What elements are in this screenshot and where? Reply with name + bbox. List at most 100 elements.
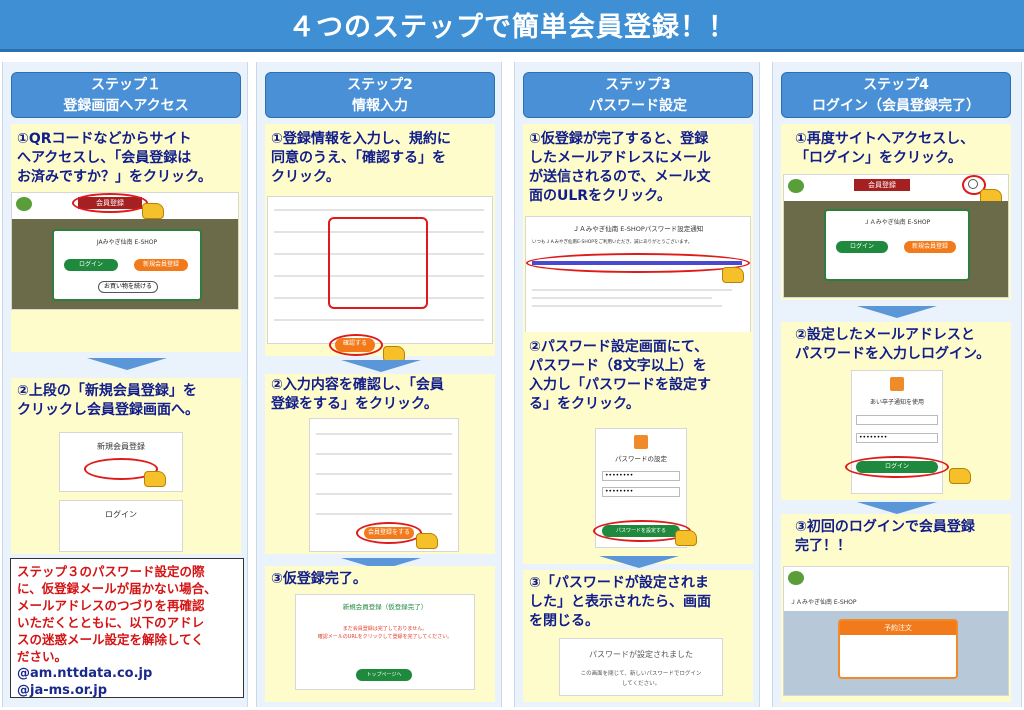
step4-column: ステップ4 ログイン（会員登録完了） ①再度サイトへアクセスし、 「ログイン」を… <box>772 62 1022 707</box>
step1-panel-1: ①QRコードなどからサイト へアクセスし、「会員登録は お済みですか？」をクリッ… <box>11 124 241 352</box>
highlight-ring <box>356 522 422 544</box>
step1-text-line: お済みですか？」をクリック。 <box>17 169 212 185</box>
step3-text-line: ①仮登録が完了すると、登録 <box>529 131 709 147</box>
step3-text-line: る」をクリック。 <box>529 396 640 412</box>
ja-emblem-icon <box>890 377 904 391</box>
step2-panel-1: ①登録情報を入力し、規約に 同意のうえ、「確認する」を クリック。 <box>265 124 495 356</box>
step2-text-line: ②入力内容を確認し、「会員 <box>271 377 444 393</box>
site-name: JAみやぎ仙南 E-SHOP <box>96 239 158 246</box>
step3-text-line: ③「パスワードが設定されま <box>529 575 709 591</box>
step3-text-line: 入力し「パスワードを設定す <box>529 377 711 393</box>
down-arrow <box>341 360 421 372</box>
warning-line: に、仮登録メールが届かない場合、 <box>17 581 217 596</box>
step4-text-line: パスワードを入力しログイン。 <box>795 346 991 362</box>
step3-panel-1: ①仮登録が完了すると、登録 したメールアドレスにメール が送信されるので、メール… <box>523 124 753 356</box>
step4-text-line: ②設定したメールアドレスと <box>795 327 975 343</box>
step3-panel-3: ③「パスワードが設定されま した」と表示されたら、画面 を閉じる。 パスワードが… <box>523 570 753 702</box>
temp-done-screenshot: 新規会員登録（仮登録完了） まだ会員登録は完了しておりません。 確認メールのUR… <box>295 594 475 690</box>
password-done-note: してください。 <box>621 681 661 687</box>
step1-text-line: へアクセスし、「会員登録は <box>17 150 192 166</box>
step3-panel-2: ②パスワード設定画面にて、 パスワード（8文字以上）を 入力し「パスワードを設定… <box>523 332 753 564</box>
warning-line: スの迷惑メール設定を解除してく <box>17 632 204 647</box>
down-arrow <box>599 556 679 568</box>
step4-text-line: 完了！！ <box>795 538 851 554</box>
warning-box: ステップ３のパスワード設定の際 に、仮登録メールが届かない場合、 メールアドレス… <box>10 558 244 698</box>
step2-text-line: 同意のうえ、「確認する」を <box>271 150 446 166</box>
step4-panel-2: ②設定したメールアドレスと パスワードを入力しログイン。 あい卒子通知を使用 •… <box>781 322 1011 500</box>
step2-panel-3: ③仮登録完了。 新規会員登録（仮登録完了） まだ会員登録は完了しておりません。 … <box>265 566 495 702</box>
temp-done-line: 確認メールのURLをクリックして登録を完了してください。 <box>317 634 453 640</box>
highlight-ring <box>329 334 383 356</box>
mypage-screenshot: ＪＡみやぎ仙南 E-SHOP 予約注文 <box>783 566 1009 696</box>
step2-text-line: 登録をする」をクリック。 <box>271 396 438 412</box>
step4-title: ステップ4 <box>863 77 929 93</box>
mail-screenshot: ＪＡみやぎ仙南 E-SHOPパスワード設定通知 いつもＪＡみやぎ仙南E-SHOP… <box>525 216 751 350</box>
step2-panel-2: ②入力内容を確認し、「会員 登録をする」をクリック。 会員登録をする <box>265 374 495 554</box>
page-title: ４つのステップで簡単会員登録！！ <box>288 12 736 43</box>
step1-text-line: ②上段の「新規会員登録」を <box>17 383 197 399</box>
warning-line: メールアドレスのつづりを再確認 <box>17 598 205 613</box>
login-card: ＪＡみやぎ仙南 E-SHOP ログイン 新規会員登録 <box>824 209 970 281</box>
ja-logo-icon <box>788 571 804 585</box>
login-button[interactable]: ログイン <box>836 241 888 253</box>
step2-header: ステップ2 情報入力 <box>265 72 495 118</box>
password-input[interactable]: •••••••• <box>602 471 680 481</box>
pointer-hand-icon <box>949 468 971 484</box>
mail-domain: @ja-ms.or.jp <box>17 683 108 698</box>
down-arrow <box>857 502 937 514</box>
step3-text-line: を閉じる。 <box>529 613 599 629</box>
confirm-screenshot: 会員登録をする <box>309 418 459 552</box>
form-screenshot <box>267 196 493 344</box>
register-button[interactable]: 新規会員登録 <box>134 259 188 271</box>
guest-button[interactable]: お買い物を続ける <box>98 281 158 293</box>
step3-title: ステップ3 <box>605 77 671 93</box>
mail-subject: ＪＡみやぎ仙南 E-SHOPパスワード設定通知 <box>572 225 704 233</box>
login-card: JAみやぎ仙南 E-SHOP ログイン 新規会員登録 お買い物を続ける <box>52 229 202 301</box>
temp-done-heading: 新規会員登録（仮登録完了） <box>342 603 428 611</box>
step1-text-line: クリックし会員登録画面へ。 <box>17 402 199 418</box>
step4-panel-3: ③初回のログインで会員登録 完了！！ ＪＡみやぎ仙南 E-SHOP 予約注文 <box>781 514 1011 702</box>
step2-text-line: クリック。 <box>271 169 340 185</box>
ja-emblem-icon <box>634 435 648 449</box>
login-button[interactable]: ログイン <box>64 259 118 271</box>
step2-subtitle: 情報入力 <box>352 98 408 114</box>
step4-text-line: ③初回のログインで会員登録 <box>795 519 975 535</box>
top-page-button[interactable]: トップページへ <box>356 669 412 681</box>
down-arrow <box>87 358 167 370</box>
new-register-heading: 新規会員登録 <box>97 442 145 451</box>
step3-subtitle: パスワード設定 <box>589 98 687 114</box>
warning-line: いただくとともに、以下のアドレ <box>17 615 205 630</box>
site-screenshot: 会員登録 JAみやぎ仙南 E-SHOP ログイン 新規会員登録 お買い物を続ける <box>11 192 239 310</box>
member-badge[interactable]: 会員登録 <box>854 179 910 191</box>
site-name: ＪＡみやぎ仙南 E-SHOP <box>863 219 931 226</box>
step4-panel-1: ①再度サイトへアクセスし、 「ログイン」をクリック。 会員登録 ＪＡみやぎ仙南 … <box>781 124 1011 300</box>
reserve-order-title[interactable]: 予約注文 <box>840 621 956 635</box>
step4-text-line: ①再度サイトへアクセスし、 <box>795 131 975 147</box>
step2-title: ステップ2 <box>347 77 413 93</box>
ja-logo-icon <box>788 179 804 193</box>
pointer-hand-icon <box>416 533 438 549</box>
step4-header: ステップ4 ログイン（会員登録完了） <box>781 72 1011 118</box>
step3-header: ステップ3 パスワード設定 <box>523 72 753 118</box>
down-arrow <box>857 306 937 318</box>
ja-logo-icon <box>16 197 32 211</box>
step3-text-line: 面のULRをクリック。 <box>529 188 671 204</box>
password-done-note: この画面を閉じて、新しいパスワードでログイン <box>580 671 702 677</box>
warning-line: ステップ３のパスワード設定の際 <box>17 564 205 579</box>
step1-panel-2: ②上段の「新規会員登録」を クリックし会員登録画面へ。 新規会員登録 ログイン <box>11 378 241 554</box>
site-name: ＪＡみやぎ仙南 E-SHOP <box>790 599 857 606</box>
password-confirm-input[interactable]: •••••••• <box>602 487 680 497</box>
highlight-ring <box>328 217 428 309</box>
email-input[interactable] <box>856 415 938 425</box>
highlight-ring <box>845 456 949 478</box>
login-screenshot: ログイン <box>59 500 183 552</box>
step3-text-line: ②パスワード設定画面にて、 <box>529 339 709 355</box>
register-button[interactable]: 新規会員登録 <box>904 241 956 253</box>
step3-text-line: が送信されるので、メール文 <box>529 169 711 185</box>
step1-subtitle: 登録画面へアクセス <box>63 98 189 114</box>
title-banner: ４つのステップで簡単会員登録！！ <box>0 0 1024 52</box>
step2-column: ステップ2 情報入力 ①登録情報を入力し、規約に 同意のうえ、「確認する」を ク… <box>256 62 502 707</box>
password-input[interactable]: •••••••• <box>856 433 938 443</box>
password-form-title: パスワードの設定 <box>615 455 667 463</box>
step2-text-line: ③仮登録完了。 <box>271 571 367 587</box>
